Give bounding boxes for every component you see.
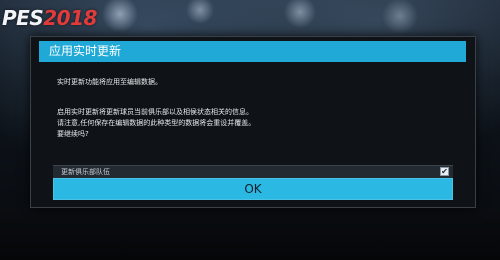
game-screen: PES2018 应用实时更新 实时更新功能将应用至编辑数据。 启用实时更新将更新… <box>0 0 500 260</box>
game-logo: PES2018 <box>2 6 97 30</box>
background-floor <box>0 210 500 260</box>
update-club-teams-option[interactable]: 更新俱乐部队伍 ✔ <box>53 165 453 178</box>
ok-button[interactable]: OK <box>53 178 453 200</box>
update-club-teams-checkbox[interactable]: ✔ <box>440 167 449 176</box>
dialog-message-line-1: 实时更新功能将应用至编辑数据。 <box>57 78 162 86</box>
update-club-teams-label: 更新俱乐部队伍 <box>61 168 110 176</box>
dialog-message-line-3: 请注意,任何保存在编辑数据的此种类型的数据将会重设并覆盖。 <box>57 119 256 127</box>
dialog-title: 应用实时更新 <box>39 41 466 62</box>
logo-prefix: PES <box>2 6 44 30</box>
dialog-message-line-2: 启用实时更新将更新球员当前俱乐部以及相侯状态相关的信息。 <box>57 108 253 116</box>
logo-year: 2018 <box>43 6 97 30</box>
dialog-message-line-4: 要继续吗? <box>57 130 89 138</box>
live-update-dialog: 应用实时更新 实时更新功能将应用至编辑数据。 启用实时更新将更新球员当前俱乐部以… <box>30 36 476 208</box>
